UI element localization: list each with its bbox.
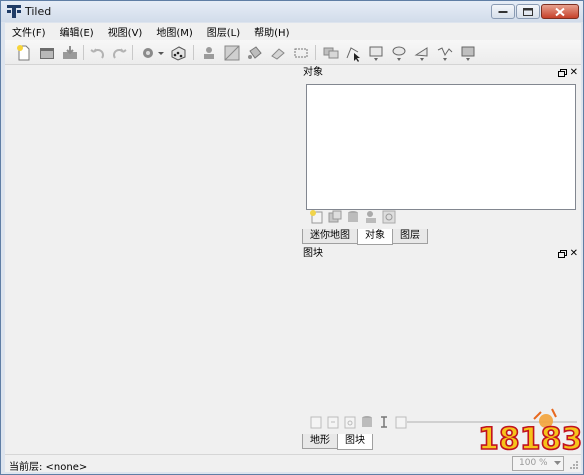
window-title: Tiled <box>25 5 52 18</box>
objects-tab-bar: 迷你地图 对象 图层 <box>302 229 428 245</box>
minimize-button[interactable] <box>491 4 515 19</box>
rectangle-select-icon[interactable] <box>292 44 310 62</box>
object-properties-icon[interactable] <box>381 209 397 225</box>
command-icon[interactable] <box>139 44 157 62</box>
objects-list[interactable] <box>306 84 576 210</box>
stamp-brush-icon[interactable] <box>200 44 218 62</box>
insert-polygon-icon[interactable] <box>413 44 431 62</box>
export-tileset-icon[interactable] <box>343 414 357 430</box>
menu-layer[interactable]: 图层(L) <box>200 24 247 39</box>
menu-edit[interactable]: 编辑(E) <box>53 24 101 39</box>
terrain-brush-icon[interactable] <box>223 44 241 62</box>
edit-polygons-icon[interactable] <box>344 44 362 62</box>
open-file-icon[interactable] <box>38 44 56 62</box>
remove-objects-icon[interactable] <box>345 209 361 225</box>
insert-rectangle-icon[interactable] <box>367 44 385 62</box>
redo-icon[interactable] <box>110 44 128 62</box>
eraser-icon[interactable] <box>269 44 287 62</box>
edit-terrain-icon[interactable] <box>394 414 408 430</box>
main-window: Tiled 文件(F) 编辑(E) 视图(V) 地图(M) 图层(L) 帮助(H… <box>0 0 584 475</box>
minimize-icon <box>498 10 508 13</box>
select-objects-icon[interactable] <box>322 44 340 62</box>
toolbar-separator <box>193 45 194 60</box>
menu-map[interactable]: 地图(M) <box>149 24 199 39</box>
main-toolbar <box>5 40 581 65</box>
watermark-text: 18183 <box>478 422 582 457</box>
chevron-down-icon[interactable] <box>157 44 165 62</box>
tilesets-toolbar <box>309 414 411 432</box>
watermark-logo: 18183 <box>477 408 583 458</box>
tab-minimap[interactable]: 迷你地图 <box>302 229 358 244</box>
insert-polyline-icon[interactable] <box>436 44 454 62</box>
tilesets-tab-bar: 地形 图块 <box>302 434 373 450</box>
menu-help[interactable]: 帮助(H) <box>247 24 296 39</box>
title-bar[interactable]: Tiled <box>1 1 583 22</box>
maximize-icon <box>523 7 533 16</box>
tab-terrain[interactable]: 地形 <box>302 434 338 449</box>
menu-file[interactable]: 文件(F) <box>5 24 53 39</box>
import-tileset-icon[interactable] <box>326 414 340 430</box>
tab-layers[interactable]: 图层 <box>392 229 428 244</box>
close-icon[interactable]: ✕ <box>570 67 578 79</box>
objects-dock-title[interactable]: 对象 ✕ <box>301 66 581 80</box>
current-layer-status: 当前层: <none> <box>9 462 88 473</box>
toolbar-separator <box>315 45 316 60</box>
random-dice-icon[interactable] <box>169 44 187 62</box>
tab-objects[interactable]: 对象 <box>357 229 393 245</box>
close-button[interactable] <box>541 4 579 19</box>
float-icon[interactable] <box>558 69 567 77</box>
move-objects-icon[interactable] <box>363 209 379 225</box>
tiled-app-icon <box>7 5 21 18</box>
objects-dock-label: 对象 <box>303 67 323 78</box>
maximize-button[interactable] <box>516 4 540 19</box>
new-file-icon[interactable] <box>15 44 33 62</box>
client-area: 对象 ✕ 迷你地图 对象 图层 图块 ✕ 地形 图块 <box>5 65 581 454</box>
duplicate-objects-icon[interactable] <box>327 209 343 225</box>
toolbar-separator <box>132 45 133 60</box>
insert-ellipse-icon[interactable] <box>390 44 408 62</box>
add-object-layer-icon[interactable] <box>309 209 325 225</box>
toolbar-separator <box>83 45 84 60</box>
menu-bar: 文件(F) 编辑(E) 视图(V) 地图(M) 图层(L) 帮助(H) <box>5 23 581 40</box>
bucket-fill-icon[interactable] <box>246 44 264 62</box>
remove-tileset-icon[interactable] <box>360 414 374 430</box>
close-icon <box>555 7 565 16</box>
insert-tile-icon[interactable] <box>459 44 477 62</box>
float-icon[interactable] <box>558 250 567 258</box>
close-icon[interactable]: ✕ <box>570 248 578 260</box>
map-view[interactable] <box>5 65 299 454</box>
tileset-properties-icon[interactable] <box>377 414 391 430</box>
menu-view[interactable]: 视图(V) <box>101 24 150 39</box>
objects-toolbar <box>309 209 399 227</box>
new-tileset-icon[interactable] <box>309 414 323 430</box>
undo-icon[interactable] <box>89 44 107 62</box>
tilesets-dock-label: 图块 <box>303 248 323 259</box>
tab-tilesets[interactable]: 图块 <box>337 434 373 450</box>
tilesets-dock-title[interactable]: 图块 ✕ <box>301 247 581 261</box>
save-icon[interactable] <box>61 44 79 62</box>
